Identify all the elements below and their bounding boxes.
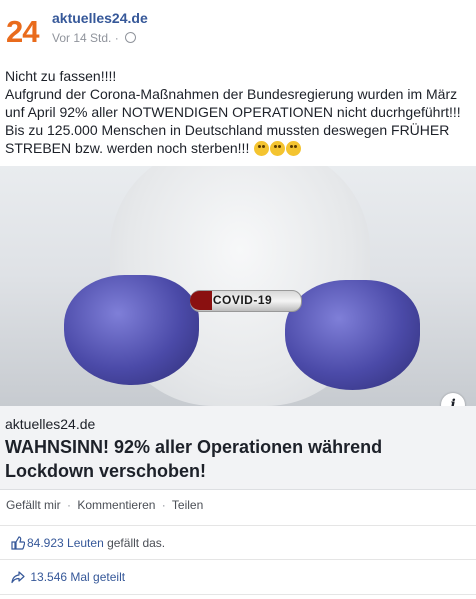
gloved-hand-right	[285, 280, 420, 390]
post-meta: Vor 14 Std. ·	[52, 31, 137, 45]
post-text-line: STREBEN bzw. werden noch sterben!!!	[5, 140, 250, 156]
shares-count[interactable]: 13.546 Mal geteilt	[30, 570, 125, 584]
screaming-face-icon	[270, 141, 286, 156]
link-domain: aktuelles24.de	[5, 416, 96, 432]
like-button[interactable]: Gefällt mir	[6, 498, 61, 512]
likes-count[interactable]: 84.923 Leuten	[27, 536, 104, 550]
share-arrow-icon	[11, 571, 25, 584]
divider	[0, 525, 476, 526]
divider	[0, 594, 476, 595]
likes-summary[interactable]: 84.923 Leuten gefällt das.	[11, 536, 165, 550]
post-text-line: unf April 92% aller NOTWENDIGEN OPERATIO…	[5, 104, 461, 120]
shares-summary[interactable]: 13.546 Mal geteilt	[11, 570, 125, 584]
post-header: 24 aktuelles24.de Vor 14 Std. ·	[0, 0, 476, 60]
divider	[0, 559, 476, 560]
link-title-line: Lockdown verschoben!	[5, 461, 207, 481]
post-text-line: Bis zu 125.000 Menschen in Deutschland m…	[5, 122, 450, 138]
link-title-line: WAHNSINN! 92% aller Operationen während	[5, 437, 383, 457]
post-timestamp[interactable]: Vor 14 Std.	[52, 31, 111, 45]
gloved-hand-left	[64, 275, 199, 385]
page-name-link[interactable]: aktuelles24.de	[52, 10, 148, 26]
link-preview-image[interactable]	[0, 166, 476, 406]
link-title[interactable]: WAHNSINN! 92% aller Operationen während …	[5, 435, 445, 483]
thumbs-up-icon	[11, 536, 25, 550]
action-separator: ·	[67, 498, 72, 512]
action-separator: ·	[161, 498, 166, 512]
facebook-post: 24 aktuelles24.de Vor 14 Std. · Nicht zu…	[0, 0, 476, 599]
exploding-head-icon	[286, 141, 302, 156]
flushed-face-icon	[254, 141, 270, 156]
likes-suffix: gefällt das.	[103, 536, 166, 550]
comment-button[interactable]: Kommentieren	[77, 498, 155, 512]
post-text-line: Nicht zu fassen!!!!	[5, 68, 117, 84]
share-button[interactable]: Teilen	[172, 498, 203, 512]
globe-icon[interactable]	[125, 32, 137, 43]
post-text: Nicht zu fassen!!!! Aufgrund der Corona-…	[5, 67, 473, 157]
post-text-last-line: STREBEN bzw. werden noch sterben!!!	[5, 139, 473, 157]
meta-separator: ·	[114, 31, 119, 45]
post-actions: Gefällt mir · Kommentieren · Teilen	[6, 498, 203, 512]
page-avatar-logo[interactable]: 24	[6, 14, 42, 50]
test-tube-label: COVID-19	[212, 293, 273, 307]
post-text-line: Aufgrund der Corona-Maßnahmen der Bundes…	[5, 86, 458, 102]
link-preview-box[interactable]: aktuelles24.de WAHNSINN! 92% aller Opera…	[0, 406, 476, 490]
